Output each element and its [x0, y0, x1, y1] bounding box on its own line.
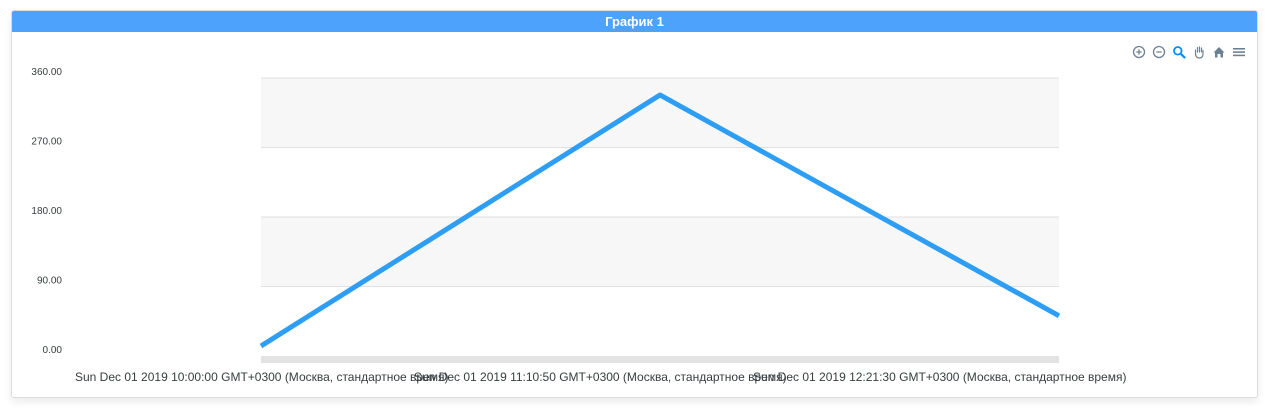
y-tick-label: 270.00: [31, 137, 62, 148]
y-tick-label: 180.00: [31, 206, 62, 217]
x-tick-label: Sun Dec 01 2019 11:10:50 GMT+0300 (Москв…: [414, 370, 787, 384]
x-tick-label: Sun Dec 01 2019 12:21:30 GMT+0300 (Москв…: [753, 370, 1126, 384]
x-tick-label: Sun Dec 01 2019 10:00:00 GMT+0300 (Москв…: [75, 370, 448, 384]
chart-panel: График 1 0.00 90.00 180.00 270.00 360.00…: [11, 10, 1258, 398]
y-tick-label: 90.00: [37, 276, 62, 287]
y-tick-label: 0.00: [43, 345, 63, 356]
y-tick-label: 360.00: [31, 67, 62, 78]
grid-band: [261, 78, 1059, 148]
x-axis-ticks: Sun Dec 01 2019 10:00:00 GMT+0300 (Москв…: [75, 370, 1126, 384]
line-chart: 0.00 90.00 180.00 270.00 360.00 Sun Dec 01 2…: [31, 67, 1126, 384]
x-axis-bar: [261, 356, 1059, 363]
grid-bands: [261, 78, 1059, 287]
y-axis-ticks: 0.00 90.00 180.00 270.00 360.00: [31, 67, 62, 356]
